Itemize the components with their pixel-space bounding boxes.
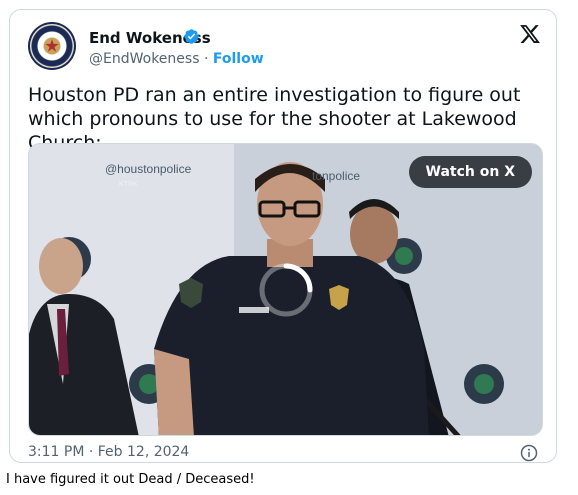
author-avatar[interactable] — [28, 22, 76, 70]
verified-badge-icon — [184, 29, 199, 44]
loading-spinner-icon — [259, 263, 313, 317]
page-caption: I have figured it out Dead / Deceased! — [6, 472, 255, 487]
watch-on-x-button[interactable]: Watch on X — [408, 156, 532, 188]
watermark-main: @houstonpolice — [105, 162, 192, 176]
x-logo-icon[interactable] — [519, 23, 541, 45]
follow-button[interactable]: Follow — [213, 51, 264, 67]
author-handle[interactable]: @EndWokeness — [89, 51, 200, 67]
tweet-card[interactable]: End Wokeness @EndWokeness · Follow Houst… — [9, 9, 557, 463]
separator-dot: · — [203, 51, 209, 67]
info-icon[interactable] — [520, 444, 538, 462]
watermark-sub: KTRK — [119, 181, 138, 188]
watermark-mid: tonpolice — [312, 169, 361, 183]
tweet-timestamp[interactable]: 3:11 PM · Feb 12, 2024 — [28, 444, 189, 460]
video-player[interactable]: @houstonpolice KTRK tonpolice Watch on X — [28, 143, 543, 436]
handle-row: @EndWokeness · Follow — [89, 51, 264, 67]
